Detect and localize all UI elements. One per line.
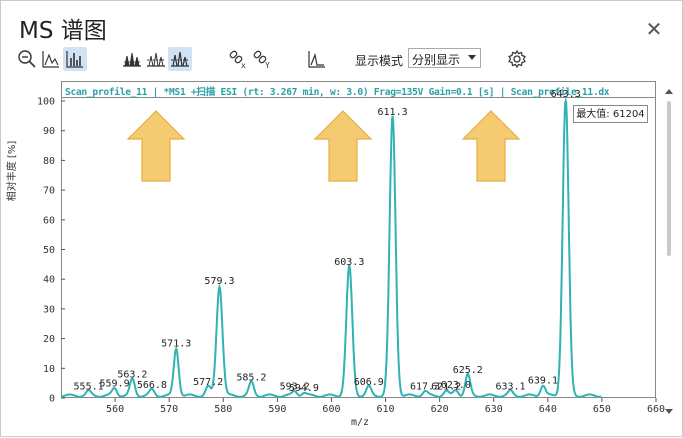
y-tick-label: 40 <box>43 275 55 286</box>
x-tick-label: 640 <box>539 404 557 415</box>
peak-label: 625.2 <box>453 365 483 376</box>
y-tick-label: 20 <box>43 334 55 345</box>
y-tick-label: 60 <box>43 215 55 226</box>
x-tick-label: 610 <box>377 404 395 415</box>
y-tick-label: 50 <box>43 245 55 256</box>
peak-label: 623.0 <box>441 380 471 391</box>
peak-label: 585.2 <box>236 373 266 384</box>
peak-label: 577.2 <box>193 377 223 388</box>
ms-spectrum-window: MS 谱图 ✕ x Y 显示模式 分别显示 Scan_profile_11 | … <box>0 0 683 437</box>
x-tick-label: 620 <box>431 404 449 415</box>
peak-label: 611.3 <box>378 107 408 118</box>
peak-label: 603.3 <box>334 257 364 268</box>
x-tick-label: 560 <box>106 404 124 415</box>
up-arrow-icon <box>126 110 186 182</box>
peak-label: 639.1 <box>528 376 558 387</box>
peak-label: 579.3 <box>204 276 234 287</box>
vertical-scrollbar[interactable] <box>664 89 674 424</box>
y-tick-label: 0 <box>49 394 55 405</box>
scroll-up-icon[interactable] <box>665 89 673 94</box>
up-arrow-icon <box>313 110 373 182</box>
x-tick-label: 630 <box>485 404 503 415</box>
y-tick-label: 100 <box>37 97 55 108</box>
peak-label: 571.3 <box>161 338 191 349</box>
x-tick-label: 590 <box>268 404 286 415</box>
peak-label: 643.3 <box>551 89 581 100</box>
peak-label: 563.2 <box>117 370 147 381</box>
y-tick-label: 80 <box>43 156 55 167</box>
up-arrow-icon <box>461 110 521 182</box>
y-tick-label: 30 <box>43 304 55 315</box>
x-axis-label: m/z <box>351 417 370 428</box>
scroll-down-icon[interactable] <box>665 409 673 414</box>
y-tick-label: 10 <box>43 364 55 375</box>
peak-label: 594.9 <box>289 383 319 394</box>
x-tick-label: 650 <box>593 404 611 415</box>
x-tick-label: 600 <box>322 404 340 415</box>
peak-label: 566.8 <box>137 380 167 391</box>
x-tick-label: 660 <box>647 404 665 415</box>
max-value-badge: 最大值: 61204 <box>573 105 648 123</box>
scrollbar-thumb[interactable] <box>667 101 671 256</box>
spectrum-chart[interactable]: 0 10 20 30 40 50 60 70 80 90 100 560 570 580 590 600 610… <box>1 1 683 438</box>
peak-label: 633.1 <box>495 382 525 393</box>
y-tick-label: 70 <box>43 186 55 197</box>
y-tick-label: 90 <box>43 126 55 137</box>
y-axis-label: 相对丰度 [%] <box>7 140 18 202</box>
peak-label: 606.9 <box>354 377 384 388</box>
x-tick-label: 570 <box>160 404 178 415</box>
x-tick-label: 580 <box>214 404 232 415</box>
